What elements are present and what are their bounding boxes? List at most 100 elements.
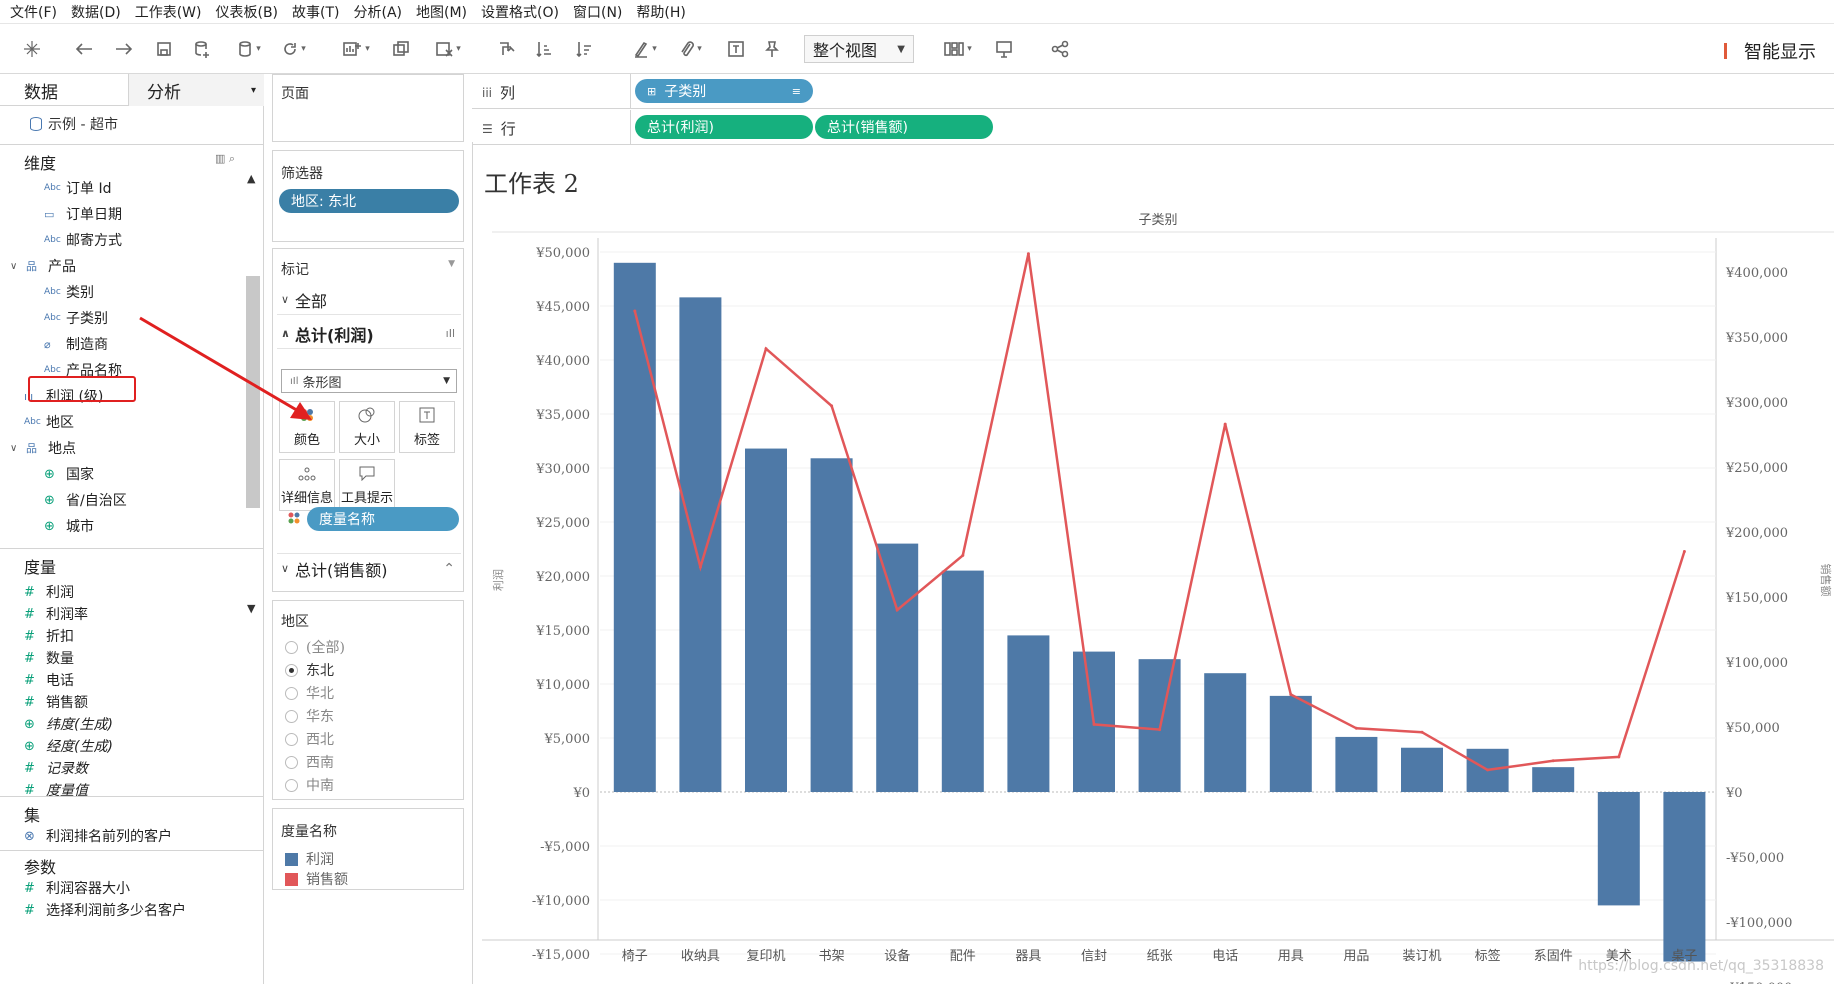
region-radio[interactable]: 华北 [285, 683, 334, 703]
dimension-item[interactable]: ⊕ 城市 [44, 516, 94, 536]
scroll-down-icon[interactable]: ▼ [247, 602, 255, 615]
dimension-item[interactable]: Abc 子类别 [44, 308, 108, 328]
group-members-icon[interactable]: ▾ [674, 36, 708, 62]
clear-sheet-icon[interactable]: ▾ [428, 36, 468, 62]
fit-view-select[interactable]: 整个视图 ▼ [804, 35, 914, 63]
marks-sales-row[interactable]: ∨ 总计(销售额) ⌃ [277, 553, 461, 583]
dimension-item[interactable]: ⊕ 国家 [44, 464, 94, 484]
tooltip-button[interactable]: 工具提示 [339, 459, 395, 511]
measure-item[interactable]: # 利润 [24, 582, 74, 602]
scroll-up-icon[interactable]: ▲ [247, 172, 255, 185]
presentation-mode-icon[interactable] [992, 36, 1016, 62]
menu-item[interactable]: 故事(T) [292, 2, 339, 22]
menu-item[interactable]: 工作表(W) [135, 2, 202, 22]
dimension-item[interactable]: Abc 地区 [24, 412, 74, 432]
measure-item[interactable]: # 电话 [24, 670, 74, 690]
marks-profit-row[interactable]: ∧ 总计(利润) ıIl [277, 319, 461, 349]
menu-item[interactable]: 数据(D) [71, 2, 121, 22]
sort-descending-icon[interactable] [572, 36, 596, 62]
dimension-item[interactable]: ⊕ 省/自治区 [44, 490, 127, 510]
tab-analysis[interactable]: 分析 ▾ [128, 74, 264, 106]
menu-item[interactable]: 仪表板(B) [215, 2, 278, 22]
show-cards-icon[interactable]: ▾ [940, 36, 976, 62]
color-label: 颜色 [293, 433, 320, 448]
measure-names-pill[interactable]: 度量名称 [307, 507, 459, 531]
rows-shelf[interactable]: ☰ 行 总计(利润) 总计(销售额) [472, 110, 1834, 144]
menu-item[interactable]: 窗口(N) [573, 2, 622, 22]
dimension-item[interactable]: Abc 邮寄方式 [44, 230, 122, 250]
measure-item[interactable]: # 记录数 [24, 758, 88, 778]
measure-item[interactable]: # 利润率 [24, 604, 88, 624]
dimension-tools[interactable]: ▥ ⌕ [215, 152, 235, 166]
dimension-item[interactable]: Abc 类别 [44, 282, 94, 302]
fix-axes-icon[interactable] [760, 36, 784, 62]
dimension-item[interactable]: ∨ 品产品 [10, 256, 76, 276]
set-item[interactable]: ⊗ 利润排名前列的客户 [24, 826, 172, 846]
label-button[interactable]: 标签 [399, 401, 455, 453]
region-radio[interactable]: 东北 [285, 660, 334, 680]
pause-updates-icon[interactable]: ▾ [232, 36, 266, 62]
region-radio[interactable]: 西南 [285, 752, 334, 772]
region-option-label: 华北 [306, 686, 334, 702]
region-radio[interactable]: (全部) [285, 637, 345, 657]
new-datasource-icon[interactable] [190, 36, 214, 62]
menu-item[interactable]: 设置格式(O) [481, 2, 559, 22]
legend-item-sales[interactable]: 销售额 [285, 869, 348, 889]
measure-item[interactable]: # 折扣 [24, 626, 74, 646]
marks-all-row[interactable]: ∨ 全部 [277, 285, 461, 315]
share-icon[interactable] [1048, 36, 1072, 62]
scrollbar-thumb[interactable] [246, 276, 260, 508]
region-radio[interactable]: 中南 [285, 775, 334, 795]
columns-shelf-area[interactable]: ⊞ 子类别 ≡ [630, 74, 1834, 108]
region-radio[interactable]: 华东 [285, 706, 334, 726]
save-icon[interactable] [152, 36, 176, 62]
mark-type-select[interactable]: ıIl 条形图 ▼ [281, 369, 457, 393]
tab-data[interactable]: 数据 [24, 74, 58, 106]
measure-item[interactable]: ⊕ 经度(生成) [24, 736, 113, 756]
legend-item-profit[interactable]: 利润 [285, 849, 334, 869]
smart-show-button[interactable]: 智能显示 [1724, 38, 1816, 64]
dimension-item[interactable]: ∨ 品地点 [10, 438, 76, 458]
undo-icon[interactable] [72, 36, 96, 62]
parameter-item[interactable]: # 选择利润前多少名客户 [24, 900, 186, 920]
sort-ascending-icon[interactable] [532, 36, 556, 62]
redo-icon[interactable] [112, 36, 136, 62]
new-worksheet-icon[interactable]: ▾ [336, 36, 376, 62]
measure-item[interactable]: # 数量 [24, 648, 74, 668]
dimension-item[interactable]: ⌀ 制造商 [44, 334, 108, 354]
dimension-item[interactable]: Abc 订单 Id [44, 178, 111, 198]
highlight-icon[interactable]: ▾ [628, 36, 662, 62]
show-mark-labels-icon[interactable] [724, 36, 748, 62]
columns-shelf[interactable]: iii 列 ⊞ 子类别 ≡ [472, 74, 1834, 108]
measure-item[interactable]: # 度量值 [24, 780, 88, 800]
size-button[interactable]: 大小 [339, 401, 395, 453]
dimensions-scrollbar[interactable]: ▲ ▼ [244, 172, 262, 622]
pages-card[interactable]: 页面 [272, 74, 464, 142]
refresh-icon[interactable]: ▾ [276, 36, 312, 62]
duplicate-sheet-icon[interactable] [388, 36, 414, 62]
filter-pill-region[interactable]: 地区: 东北 [279, 189, 459, 213]
tableau-logo-icon[interactable] [18, 36, 46, 62]
region-radio[interactable]: 西北 [285, 729, 334, 749]
menu-item[interactable]: 分析(A) [354, 2, 403, 22]
chevron-down-icon[interactable]: ▼ [448, 259, 455, 269]
data-source[interactable]: 示例 - 超市 [30, 114, 118, 134]
columns-pill-subcategory[interactable]: ⊞ 子类别 ≡ [635, 79, 813, 103]
measure-item[interactable]: ⊕ 纬度(生成) [24, 714, 113, 734]
rows-pill-sales[interactable]: 总计(销售额) [815, 115, 993, 139]
rows-pill-profit[interactable]: 总计(利润) [635, 115, 813, 139]
filters-card[interactable]: 筛选器 地区: 东北 [272, 150, 464, 242]
menu-item[interactable]: 帮助(H) [636, 2, 685, 22]
chevron-down-icon[interactable]: ∨ [10, 261, 26, 272]
region-filter-card: 地区 (全部) 东北 华北 华东 西北 西南 中南 [272, 600, 464, 800]
color-button[interactable]: 颜色 [279, 401, 335, 453]
measure-item[interactable]: # 销售额 [24, 692, 88, 712]
rows-shelf-area[interactable]: 总计(利润) 总计(销售额) [630, 110, 1834, 144]
menu-item[interactable]: 地图(M) [416, 2, 467, 22]
chevron-down-icon[interactable]: ∨ [10, 443, 26, 454]
detail-button[interactable]: 详细信息 [279, 459, 335, 511]
swap-rows-columns-icon[interactable] [494, 36, 518, 62]
menu-item[interactable]: 文件(F) [10, 2, 57, 22]
parameter-item[interactable]: # 利润容器大小 [24, 878, 130, 898]
dimension-item[interactable]: ▭ 订单日期 [44, 204, 122, 224]
